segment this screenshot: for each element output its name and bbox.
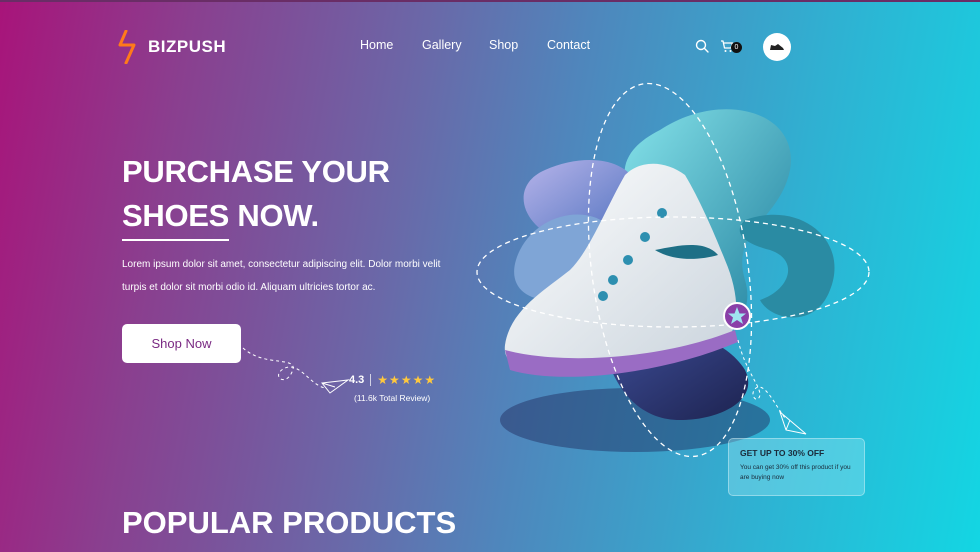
review-count: (11.6k Total Review) (354, 393, 431, 403)
hero-title-rest: NOW. (237, 198, 319, 233)
shop-now-button[interactable]: Shop Now (122, 324, 241, 363)
rating-value: 4.3 (349, 374, 365, 386)
blob-teal-right (739, 214, 835, 318)
promo-text: You can get 30% off this product if you … (740, 464, 851, 481)
paper-plane-icon-right (778, 410, 807, 435)
section-title: POPULAR PRODUCTS (122, 505, 457, 540)
rating-divider (370, 374, 372, 386)
hero-title: PURCHASE YOUR SHOES NOW. (122, 150, 390, 241)
promo-card: GET UP TO 30% OFF You can get 30% off th… (728, 438, 865, 496)
hero-title-line1: PURCHASE YOUR (122, 154, 390, 189)
star-icons: ★★★★★ (377, 373, 437, 387)
paper-plane-icon (321, 379, 350, 394)
hero-description: Lorem ipsum dolor sit amet, consectetur … (122, 259, 441, 293)
promo-title: GET UP TO 30% OFF (740, 448, 825, 458)
trail-left (242, 347, 326, 389)
hero-title-underlined-word: SHOES (122, 194, 229, 241)
rating-widget: 4.3 ★★★★★ (11.6k Total Review) (349, 373, 436, 403)
